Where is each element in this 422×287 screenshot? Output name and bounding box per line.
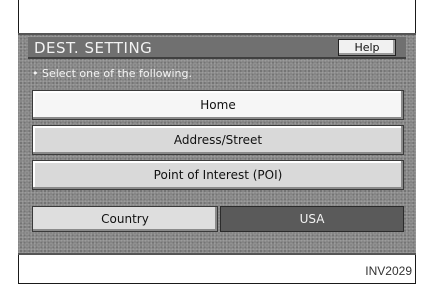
- figure-id: INV2029: [365, 264, 412, 278]
- instruction-text: • Select one of the following.: [32, 67, 192, 80]
- nav-screen: DEST. SETTING Help • Select one of the f…: [18, 33, 416, 255]
- home-button[interactable]: Home: [32, 90, 404, 120]
- title-bar: DEST. SETTING Help: [28, 37, 406, 59]
- screen-title: DEST. SETTING: [34, 39, 153, 57]
- point-of-interest-button[interactable]: Point of Interest (POI): [32, 160, 404, 190]
- help-button[interactable]: Help: [338, 39, 396, 56]
- country-button[interactable]: Country: [32, 206, 218, 232]
- country-value: USA: [220, 206, 404, 232]
- address-street-button[interactable]: Address/Street: [32, 125, 404, 155]
